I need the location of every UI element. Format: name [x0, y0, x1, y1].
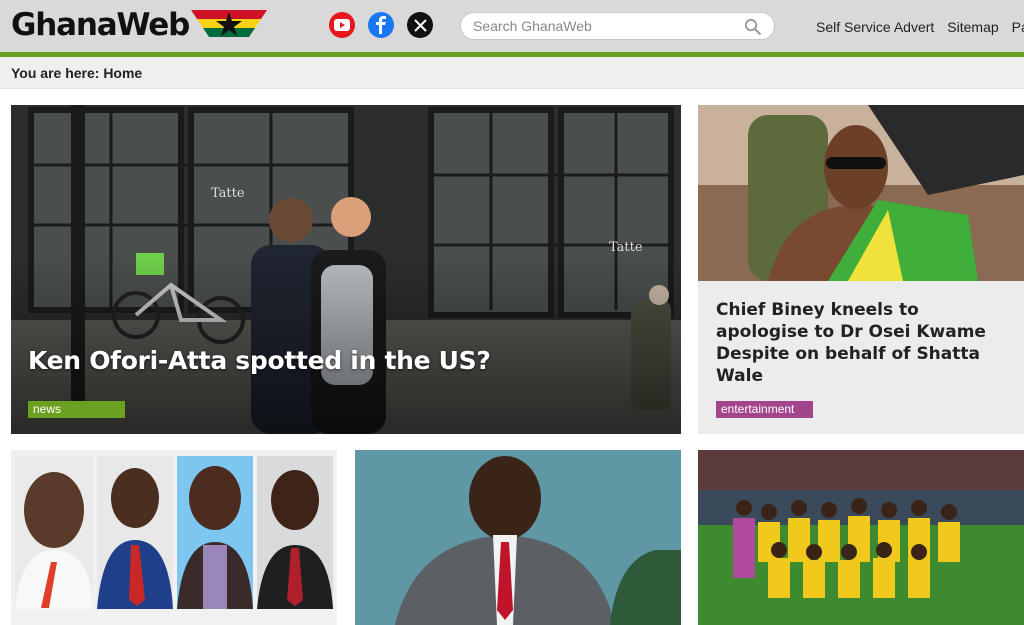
hero-headline[interactable]: Ken Ofori-Atta spotted in the US?	[28, 346, 491, 375]
hero-story[interactable]: Tatte Tatte Ken Ofori-Atta spotted in th…	[11, 105, 681, 434]
search-box	[460, 12, 775, 40]
youtube-icon[interactable]	[329, 12, 355, 38]
search-icon[interactable]	[744, 18, 762, 36]
nav-sitemap[interactable]: Sitemap	[947, 19, 998, 35]
x-icon[interactable]	[407, 12, 433, 38]
side-story[interactable]: Chief Biney kneels to apologise to Dr Os…	[698, 105, 1024, 434]
story-card-1-photo	[11, 450, 337, 625]
hero-photo: Tatte Tatte	[11, 105, 681, 434]
top-navigation: Self Service Advert Sitemap Partners	[816, 19, 1024, 35]
story-card-3[interactable]	[698, 450, 1024, 625]
category-tag-entertainment[interactable]: entertainment	[716, 401, 813, 418]
side-story-headline[interactable]: Chief Biney kneels to apologise to Dr Os…	[716, 299, 1016, 387]
breadcrumb: You are here: Home	[11, 65, 143, 81]
ghanaweb-logo[interactable]: GhanaWeb	[11, 4, 268, 46]
story-card-1[interactable]	[11, 450, 337, 625]
category-tag-news[interactable]: news	[28, 401, 125, 418]
story-card-3-photo	[698, 450, 1024, 625]
breadcrumb-bar: You are here: Home	[0, 57, 1024, 89]
ghana-flag-logo-icon	[191, 10, 268, 37]
facebook-icon[interactable]	[368, 12, 394, 38]
site-header: GhanaWeb Self Service Advert Sitemap Par…	[0, 0, 1024, 52]
story-card-2-photo	[355, 450, 681, 625]
story-card-2[interactable]	[355, 450, 681, 625]
side-story-photo	[698, 105, 1024, 281]
logo-text: GhanaWeb	[11, 7, 190, 43]
nav-self-service-advert[interactable]: Self Service Advert	[816, 19, 934, 35]
search-input[interactable]	[473, 16, 733, 36]
nav-partners[interactable]: Partners	[1012, 19, 1024, 35]
